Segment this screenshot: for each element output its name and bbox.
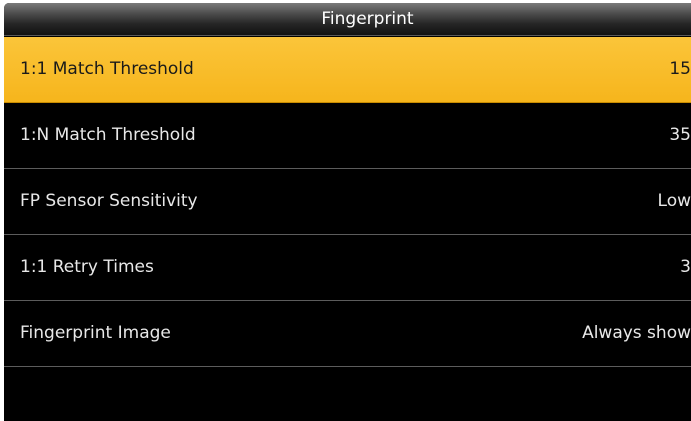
menu-item-value: 3 <box>680 257 691 277</box>
menu-item-retry-times[interactable]: 1:1 Retry Times 3 <box>4 235 691 301</box>
device-screen: Fingerprint 1:1 Match Threshold 15 1:N M… <box>4 3 691 421</box>
menu-item-label: 1:1 Retry Times <box>20 257 154 277</box>
menu-item-fp-sensor-sensitivity[interactable]: FP Sensor Sensitivity Low <box>4 169 691 235</box>
menu-item-value: 15 <box>669 59 691 79</box>
menu-item-label: 1:1 Match Threshold <box>20 59 194 79</box>
menu-item-fingerprint-image[interactable]: Fingerprint Image Always show <box>4 301 691 367</box>
menu-item-match-threshold-1-1[interactable]: 1:1 Match Threshold 15 <box>4 37 691 103</box>
menu-item-value: 35 <box>669 125 691 145</box>
menu-item-label: 1:N Match Threshold <box>20 125 196 145</box>
menu-item-match-threshold-1-n[interactable]: 1:N Match Threshold 35 <box>4 103 691 169</box>
settings-list: 1:1 Match Threshold 15 1:N Match Thresho… <box>4 37 691 367</box>
menu-item-label: Fingerprint Image <box>20 323 171 343</box>
page-title: Fingerprint <box>321 9 414 29</box>
menu-item-value: Always show <box>582 323 691 343</box>
title-bar: Fingerprint <box>4 3 691 36</box>
menu-item-label: FP Sensor Sensitivity <box>20 191 198 211</box>
menu-item-value: Low <box>657 191 691 211</box>
